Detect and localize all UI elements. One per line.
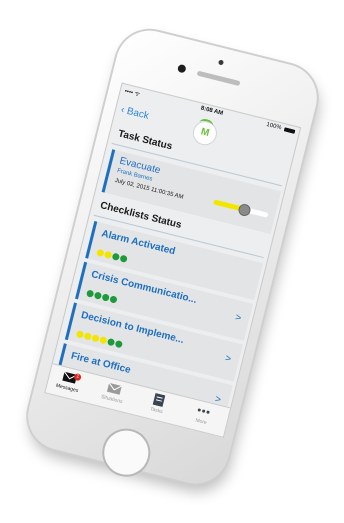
green-status-dot [114, 339, 124, 349]
tab-more[interactable]: More [181, 400, 225, 429]
yellow-status-dot [91, 334, 100, 343]
tab-messages[interactable]: 1 Messages [47, 367, 91, 396]
green-status-dot [111, 252, 121, 262]
tab-tasks[interactable]: Tasks [136, 389, 180, 418]
slider-thumb[interactable] [237, 202, 252, 218]
green-status-dot [119, 254, 128, 263]
front-camera [176, 63, 187, 74]
green-status-dot [106, 337, 116, 347]
more-icon [197, 408, 210, 414]
tab-situations[interactable]: Situations [92, 378, 136, 407]
yellow-status-dot [99, 335, 108, 345]
proximity-sensor [217, 59, 225, 66]
logo-letter: M [199, 126, 211, 140]
envelope-icon [106, 382, 122, 395]
back-button[interactable]: ‹ Back [120, 104, 150, 122]
yellow-status-dot [75, 330, 85, 339]
earpiece-speaker [196, 70, 241, 87]
chevron-right-icon: > [223, 352, 233, 366]
phone-screen: •••• ᯤ 8:08 AM 100% ‹ Back M Task Status… [44, 82, 302, 438]
messages-badge: 1 [73, 372, 82, 382]
home-button[interactable] [97, 423, 156, 482]
battery-icon [283, 127, 296, 134]
yellow-status-dot [83, 332, 93, 341]
app-logo: M [190, 117, 220, 148]
yellow-status-dot [96, 248, 105, 258]
tasks-icon [152, 392, 166, 408]
green-status-dot [101, 293, 110, 302]
phone-frame: •••• ᯤ 8:08 AM 100% ‹ Back M Task Status… [21, 23, 324, 491]
chevron-right-icon: > [234, 312, 243, 325]
product-scene: •••• ᯤ 8:08 AM 100% ‹ Back M Task Status… [0, 0, 344, 523]
green-status-dot [109, 295, 118, 304]
green-status-dot [85, 289, 95, 298]
green-status-dot [93, 291, 103, 300]
task-progress-slider[interactable] [212, 199, 269, 218]
yellow-status-dot [103, 250, 113, 260]
